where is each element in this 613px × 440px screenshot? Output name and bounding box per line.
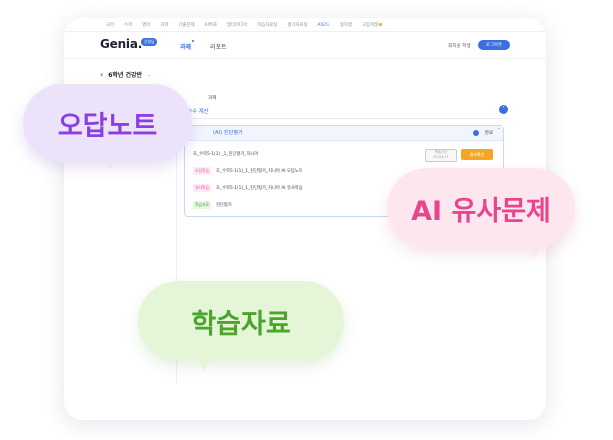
study-period-button[interactable]: 학습기간 23.03.13 [425, 149, 457, 162]
class-selector[interactable]: ‹ 6학년 건강반 ⌄ [100, 70, 151, 79]
ai-similar-bubble: AI 유사문제 [387, 168, 575, 258]
materials-bubble: 학습자료 [138, 281, 344, 371]
back-arrow-icon[interactable]: ‹ [100, 70, 103, 79]
materials-label: 학습자료 [191, 308, 291, 340]
user-name: 최지윤 학생 [448, 44, 471, 49]
header: Genia. 선생님 과제 리포트 최지윤 학생 로그아웃 [64, 32, 546, 59]
topnav-item[interactable]: 기출문제 [178, 22, 194, 28]
assignment-header[interactable]: (AI) 진단평가 완료 ˄ [185, 126, 503, 141]
list-item[interactable]: 학습자료 진단평가 [193, 200, 232, 210]
bubble-tail [196, 353, 213, 371]
item-text: 초_수학5-1(1) _1_진단평가_지니아 [193, 152, 259, 157]
tag-badge: 오답학습 [193, 167, 211, 175]
tag-badge: 학습자료 [193, 201, 211, 209]
topnav-item[interactable]: 멀티미디어 [227, 22, 247, 28]
item-text: 진단평가 [215, 203, 232, 208]
topnav-item[interactable]: 중학생 [340, 22, 352, 28]
topnav-item[interactable]: 과학 [160, 22, 168, 28]
check-result-button[interactable]: 결과확인 [461, 149, 493, 160]
list-item[interactable]: 유사학습 초_수학5-1(1)_1_진단평가_지니아 AI 유사학습 [193, 183, 303, 193]
assignment-title: (AI) 진단평가 [213, 130, 243, 136]
item-text: 초_수학5-1(1)_1_진단평가_지니아 AI 오답노트 [215, 169, 303, 174]
bubble-tail [527, 240, 544, 258]
topnav-item[interactable]: 영어 [142, 22, 150, 28]
topnav-item[interactable]: AI특화 [205, 22, 217, 28]
tab-report[interactable]: 리포트 [210, 42, 227, 51]
topnav-item[interactable]: 국어 [106, 22, 114, 28]
list-item[interactable]: 오답학습 초_수학5-1(1)_1_진단평가_지니아 AI 오답노트 [193, 166, 303, 176]
wrong-note-label: 오답노트 [57, 110, 158, 142]
topnav-item[interactable]: 평가자료실 [287, 22, 307, 28]
logout-button[interactable]: 로그아웃 [478, 40, 510, 50]
top-navigation: 국어 수학 영어 과학 기출문제 AI특화 멀티미디어 학습자료실 평가자료실 … [64, 18, 546, 32]
class-title: 6학년 건강반 [108, 72, 143, 79]
topnav-item-active[interactable]: AI모드 [318, 22, 330, 28]
chevron-down-icon[interactable]: ⌄ [147, 72, 151, 78]
list-item[interactable]: 초_수학5-1(1) _1_진단평가_지니아 [193, 149, 258, 159]
chevron-up-icon[interactable]: ˄ [499, 105, 508, 114]
unit-section[interactable]: 1 분수 계산 ˄ [182, 104, 508, 119]
bubble-tail [101, 154, 119, 170]
item-text: 초_수학5-1(1)_1_진단평가_지니아 AI 유사학습 [215, 186, 303, 191]
status-badge: 완료 [484, 131, 493, 136]
chevron-up-icon[interactable]: ˄ [498, 128, 501, 134]
ai-similar-label: AI 유사문제 [411, 195, 551, 227]
wrong-note-bubble: 오답노트 [23, 84, 192, 170]
topnav-item[interactable]: 수학 [124, 22, 132, 28]
new-dot-icon [379, 22, 383, 26]
topnav-item[interactable]: 학습자료실 [257, 22, 277, 28]
status-dot-icon [473, 130, 479, 136]
topnav-item[interactable]: 고등학생 [362, 22, 383, 28]
logo[interactable]: Genia. [100, 37, 142, 51]
content-heading: 과제 [208, 96, 217, 101]
tab-assignment[interactable]: 과제 [180, 40, 195, 51]
tag-badge: 유사학습 [193, 184, 211, 192]
logo-badge: 선생님 [141, 38, 158, 46]
